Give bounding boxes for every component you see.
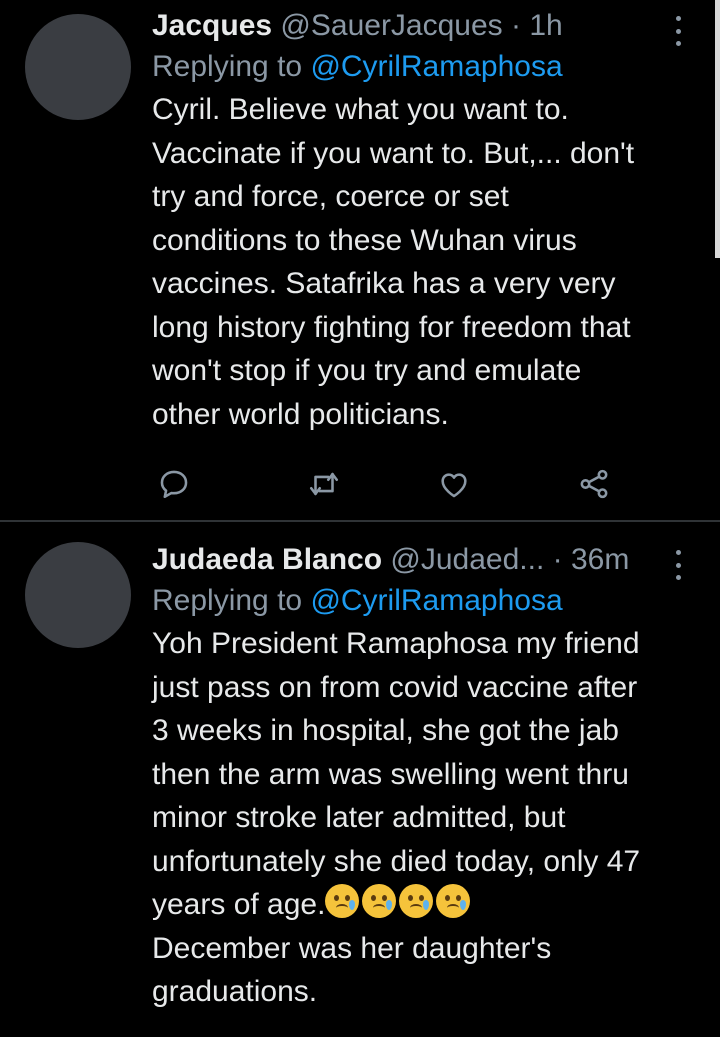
tweet-header: Judaeda Blanco @Judaed... · 36m	[152, 540, 690, 580]
tweet-header: Jacques @SauerJacques · 1h	[152, 6, 690, 46]
tweet-text-part-1: Yoh President Ramaphosa my friend just p…	[152, 627, 641, 921]
more-options-icon[interactable]	[672, 16, 684, 46]
crying-face-emoji	[362, 884, 397, 918]
replying-to: Replying to @CyrilRamaphosa	[152, 580, 690, 622]
avatar[interactable]	[25, 542, 131, 648]
user-handle[interactable]: @Judaed...	[390, 543, 544, 576]
display-name[interactable]: Judaeda Blanco	[152, 543, 382, 576]
separator: ·	[511, 9, 522, 42]
like-icon[interactable]	[432, 462, 476, 506]
crying-face-emoji	[436, 884, 471, 918]
mention-link[interactable]: @CyrilRamaphosa	[310, 50, 562, 83]
replying-prefix: Replying to	[152, 50, 303, 83]
timestamp: 36m	[571, 543, 630, 576]
replying-prefix: Replying to	[152, 584, 303, 617]
reply-icon[interactable]	[152, 462, 196, 506]
more-options-icon[interactable]	[672, 550, 684, 580]
user-handle[interactable]: @SauerJacques	[280, 9, 502, 42]
avatar[interactable]	[25, 14, 131, 120]
share-icon[interactable]	[572, 462, 616, 506]
replying-to: Replying to @CyrilRamaphosa	[152, 46, 690, 88]
crying-face-emoji	[399, 884, 434, 918]
tweet-text: Yoh President Ramaphosa my friend just p…	[152, 622, 690, 1014]
retweet-icon[interactable]	[302, 462, 346, 506]
tweet-content: Jacques @SauerJacques · 1h Replying to @…	[152, 6, 690, 436]
tweet-text: Cyril. Believe what you want to. Vaccina…	[152, 93, 635, 431]
tweet-content: Judaeda Blanco @Judaed... · 36m Replying…	[152, 540, 690, 1014]
display-name[interactable]: Jacques	[152, 9, 272, 42]
mention-link[interactable]: @CyrilRamaphosa	[310, 584, 562, 617]
tweet-text-part-2: December was her daughter's graduations.	[152, 931, 552, 1009]
tweet-actions	[152, 462, 632, 506]
tweet-1[interactable]: Jacques @SauerJacques · 1h Replying to @…	[0, 0, 720, 520]
separator: ·	[552, 543, 563, 576]
timestamp: 1h	[529, 9, 563, 42]
tweet-2[interactable]: Judaeda Blanco @Judaed... · 36m Replying…	[0, 522, 720, 1037]
crying-face-emoji	[325, 884, 360, 918]
